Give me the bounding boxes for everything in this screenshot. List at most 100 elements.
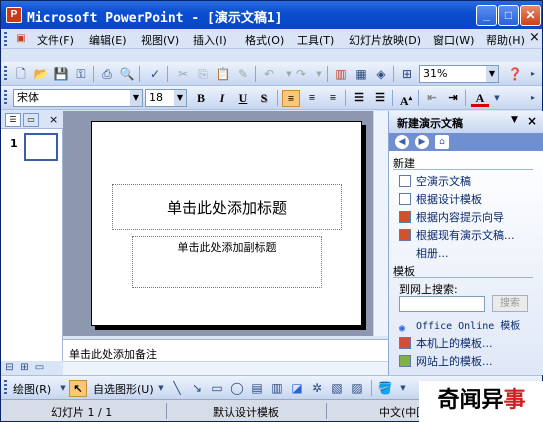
oval-icon[interactable]: ◯ [229,380,245,396]
open-icon[interactable]: 📂 [33,66,49,82]
tab-slides[interactable]: ▭ [23,113,39,127]
menu-grip[interactable] [4,32,7,46]
minimize-button[interactable]: _ [476,5,497,26]
link-blank-presentation[interactable]: 空演示文稿 [399,173,471,189]
powerpoint-app-icon[interactable]: P [6,7,22,23]
menu-tools[interactable]: 工具(T) [297,32,334,48]
zoom-select[interactable]: 31% ▼ [419,65,499,83]
maximize-button[interactable]: □ [498,5,519,26]
menu-edit[interactable]: 编辑(E) [89,32,127,48]
menu-slideshow[interactable]: 幻灯片放映(D) [349,32,421,48]
help-icon[interactable]: ❓ [507,66,523,82]
shadow-button[interactable]: S [255,90,273,107]
show-grid-icon[interactable]: ⊞ [399,66,415,82]
toolbar-grip[interactable] [4,380,7,396]
slide-sorter-icon[interactable]: ⊞ [18,361,31,374]
home-icon[interactable]: ⌂ [435,135,449,149]
redo-icon[interactable]: ↷ [293,66,309,82]
copy-icon[interactable]: ⎘ [195,66,211,82]
rectangle-icon[interactable]: ▭ [209,380,225,396]
notes-pane[interactable]: 单击此处添加备注 [63,339,388,363]
align-left-icon[interactable]: ≡ [282,90,300,107]
link-photo-album[interactable]: 相册... [416,245,449,261]
forward-icon[interactable]: ▶ [415,135,429,149]
menu-window[interactable]: 窗口(W) [433,32,474,48]
chevron-down-icon[interactable]: ▼ [174,90,186,106]
vertical-textbox-icon[interactable]: ▥ [269,380,285,396]
doc-close-button[interactable]: × [529,30,540,45]
link-from-existing[interactable]: 根据现有演示文稿... [399,227,515,243]
new-icon[interactable]: 🗋 [13,66,29,82]
textbox-icon[interactable]: ▤ [249,380,265,396]
toolbar-options-icon[interactable]: ▸ [525,90,541,106]
print-icon[interactable]: ⎙ [99,66,115,82]
normal-view-icon[interactable]: ⊟ [3,361,16,374]
insert-chart-icon[interactable]: ▥ [333,66,349,82]
draw-menu[interactable]: 绘图(R) [13,381,51,397]
toolbar-options-icon[interactable]: ▸ [525,66,541,82]
align-center-icon[interactable]: ≡ [303,90,321,107]
slideshow-icon[interactable]: ▭ [33,361,46,374]
fill-color-icon[interactable]: 🪣 [377,380,393,396]
font-select[interactable]: 宋体 ▼ [13,89,143,107]
wordart-icon[interactable]: ◪ [289,380,305,396]
line-icon[interactable]: ╲ [169,380,185,396]
subtitle-placeholder[interactable]: 单击此处添加副标题 [132,236,322,288]
spelling-icon[interactable]: ✓ [147,66,163,82]
menu-view[interactable]: 视图(V) [141,32,179,48]
title-placeholder[interactable]: 单击此处添加标题 [112,184,342,230]
template-search-input[interactable] [399,296,485,312]
save-icon[interactable]: 💾 [53,66,69,82]
chevron-down-icon[interactable]: ▼ [486,66,498,82]
diagram-icon[interactable]: ✲ [309,380,325,396]
chevron-down-icon[interactable]: ▼ [153,380,169,396]
link-autocontent-wizard[interactable]: 根据内容提示向导 [399,209,504,225]
document-icon[interactable]: ▣ [13,31,29,47]
numbering-icon[interactable]: ☰ [350,90,368,107]
slide-thumbnail[interactable] [23,132,59,162]
tables-borders-icon[interactable]: ◈ [373,66,389,82]
toolbar-grip[interactable] [4,66,7,82]
select-objects-icon[interactable]: ↖ [69,380,87,397]
link-local-templates[interactable]: 本机上的模板... [399,335,493,351]
pane-close-button[interactable]: × [49,113,58,126]
decrease-indent-icon[interactable]: ⇤ [423,90,441,107]
autoshapes-menu[interactable]: 自选图形(U) [93,381,154,397]
chevron-down-icon[interactable]: ▼ [130,90,142,106]
chevron-down-icon[interactable]: ▼ [511,115,518,125]
redo-dropdown-icon[interactable]: ▼ [311,66,327,82]
menu-file[interactable]: 文件(F) [37,32,74,48]
increase-indent-icon[interactable]: ⇥ [444,90,462,107]
bold-button[interactable]: B [192,90,210,107]
horizontal-scrollbar[interactable] [63,361,388,375]
permission-icon[interactable]: ⚿ [73,66,89,82]
font-color-dropdown-icon[interactable]: ▼ [489,90,505,106]
picture-icon[interactable]: ▨ [349,380,365,396]
link-from-design-template[interactable]: 根据设计模板 [399,191,482,207]
menu-insert[interactable]: 插入(I) [193,32,227,48]
font-size-select[interactable]: 18 ▼ [145,89,187,107]
undo-icon[interactable]: ↶ [261,66,277,82]
increase-font-icon[interactable]: A▴ [397,90,415,108]
title-bar[interactable]: P Microsoft PowerPoint - [演示文稿1] _ □ ✕ [1,1,542,29]
chevron-down-icon[interactable]: ▼ [395,380,411,396]
vertical-scrollbar[interactable] [373,111,388,336]
align-right-icon[interactable]: ≡ [324,90,342,107]
arrow-icon[interactable]: ↘ [189,380,205,396]
link-office-online[interactable]: ◉ Office Online 模板 [399,317,520,335]
tab-outline[interactable]: ☰ [5,113,21,127]
paste-icon[interactable]: 📋 [215,66,231,82]
menu-help[interactable]: 帮助(H) [486,32,525,48]
close-icon[interactable]: × [527,114,537,128]
menu-format[interactable]: 格式(O) [245,32,284,48]
close-button[interactable]: ✕ [520,5,541,26]
back-icon[interactable]: ◀ [395,135,409,149]
underline-button[interactable]: U [234,90,252,107]
print-preview-icon[interactable]: 🔍 [119,66,135,82]
cut-icon[interactable]: ✂ [175,66,191,82]
font-color-icon[interactable]: A [471,90,489,107]
italic-button[interactable]: I [213,90,231,107]
insert-table-icon[interactable]: ▦ [353,66,369,82]
format-painter-icon[interactable]: ✎ [235,66,251,82]
link-web-templates[interactable]: 网站上的模板... [399,353,493,369]
